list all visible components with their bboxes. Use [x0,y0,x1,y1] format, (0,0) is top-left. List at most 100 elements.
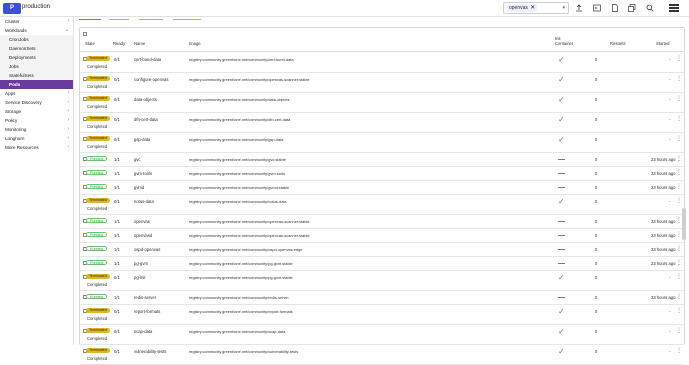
pod-name-link[interactable]: data-objects [134,97,157,102]
started-value: - [669,117,671,122]
sidebar-item-jobs[interactable]: Jobs [0,62,73,71]
status-badge: Running [86,218,108,223]
image-value: registry.community.greenbone.net/communi… [189,219,310,224]
sidebar-item-daemonsets[interactable]: DaemonSets [0,44,73,53]
sidebar-item-pods[interactable]: Pods [0,80,73,89]
started-value: - [669,309,671,314]
close-icon[interactable]: ✕ [530,5,535,11]
tab-active[interactable] [79,17,101,20]
column-header-init-container[interactable]: Init Container [555,36,575,46]
pod-name-link[interactable]: gvmd [134,185,144,190]
table-row[interactable]: Running 1/1 openvasd registry.community.gre… [80,229,684,243]
column-header-restarts[interactable]: Restarts [610,41,626,46]
table-row[interactable]: Running 1/1 redis-server registry.community… [80,291,684,305]
sidebar-item-longhorn[interactable]: Longhorn › [0,134,73,143]
file-icon[interactable] [610,4,619,13]
table-row[interactable]: Running 1/1 gvc registry.community.greenbon… [80,153,684,167]
menu-icon[interactable] [669,4,679,12]
sidebar-item-service-discovery[interactable]: Service Discovery › [0,98,73,107]
column-header-started[interactable]: Started [656,41,670,46]
sidebar-item-cluster[interactable]: Cluster › [0,17,73,26]
row-actions-icon[interactable]: ⋮ [676,246,682,252]
table-row[interactable]: Terminated Completed 0/1 data-objects regist… [80,93,684,113]
copy-icon[interactable] [627,4,636,13]
pod-name-link[interactable]: openvasd [134,233,152,238]
table-row[interactable]: Terminated Completed 0/1 gsp-data registry.c… [80,133,684,153]
terminal-icon[interactable] [592,4,601,13]
tab[interactable] [173,17,201,20]
table-row[interactable]: Running 1/1 ospd-openvas registry.community… [80,243,684,257]
table-row[interactable]: Terminated Completed 0/1 dfn-cert-data regis… [80,113,684,133]
sidebar-item-apps[interactable]: Apps › [0,89,73,98]
sidebar-item-policy[interactable]: Policy › [0,116,73,125]
pod-name-link[interactable]: openvas [134,219,150,224]
search-icon[interactable] [645,4,654,13]
pod-name-link[interactable]: notus-data [134,199,154,204]
table-row[interactable]: Terminated Completed 0/1 configure-openvas r… [80,73,684,93]
row-actions-icon[interactable]: ⋮ [676,156,682,162]
column-header-name[interactable]: Name [134,41,145,46]
table-row[interactable]: Terminated Completed 0/1 cert-bund-data regi… [80,53,684,73]
pod-name-link[interactable]: vulnerability-tests [134,349,166,354]
pod-name-link[interactable]: configure-openvas [134,77,168,82]
row-actions-icon[interactable]: ⋮ [676,294,682,300]
pod-name-link[interactable]: dfn-cert-data [134,117,158,122]
table-row[interactable]: Running 1/1 openvas registry.community.gree… [80,215,684,229]
row-actions-icon[interactable]: ⋮ [676,170,682,176]
sidebar-item-storage[interactable]: Storage › [0,107,73,116]
column-header-state[interactable]: State [85,41,95,46]
tab[interactable] [109,17,129,20]
row-actions-icon[interactable]: ⋮ [676,198,682,204]
table-row[interactable]: Terminated Completed 0/1 vulnerability-test… [80,345,684,365]
cluster-badge[interactable]: P [3,3,21,14]
table-row[interactable]: Terminated Completed 0/1 pg-init registry.co… [80,271,684,291]
pod-name-link[interactable]: gvm-tools [134,171,152,176]
sidebar-item-statefulsets[interactable]: StatefulSets [0,71,73,80]
sidebar-item-workloads[interactable]: Workloads ⌄ [0,26,73,35]
row-actions-icon[interactable]: ⋮ [676,308,682,314]
pod-name-link[interactable]: report-formats [134,309,160,314]
row-actions-icon[interactable]: ⋮ [676,274,682,280]
completed-label: Completed [87,84,108,89]
sidebar-item-deployments[interactable]: Deployments [0,53,73,62]
row-actions-icon[interactable]: ⋮ [676,136,682,142]
table-row[interactable]: Terminated Completed 0/1 notus-data registry… [80,195,684,215]
started-value: - [669,329,671,334]
row-actions-icon[interactable]: ⋮ [676,260,682,266]
table-row[interactable]: Running 1/1 pg-gvm registry.community.green… [80,257,684,271]
pod-name-link[interactable]: redis-server [134,295,156,300]
sidebar-item-more-resources[interactable]: More Resources › [0,143,73,152]
cluster-name[interactable]: production [22,4,50,10]
scrollbar[interactable] [682,208,686,240]
tab[interactable] [139,17,163,20]
pod-name-link[interactable]: pg-gvm [134,261,148,266]
sidebar-item-monitoring[interactable]: Monitoring › [0,125,73,134]
top-bar: P production openvas ✕ ▾ [0,0,689,17]
image-value: registry.community.greenbone.net/communi… [189,137,284,142]
table-row[interactable]: Terminated Completed 0/1 scap-data registry.… [80,325,684,345]
table-row[interactable]: Running 1/1 gvm-tools registry.community.gr… [80,167,684,181]
table-row[interactable]: Running 1/1 gvmd registry.community.greenbo… [80,181,684,195]
table-row[interactable]: Terminated Completed 0/1 report-formats regi… [80,305,684,325]
pod-name-link[interactable]: pg-init [134,275,145,280]
select-all-checkbox[interactable] [83,32,87,36]
row-actions-icon[interactable]: ⋮ [676,348,682,354]
column-header-ready[interactable]: Ready [113,41,125,46]
chevron-right-icon: › [67,126,69,132]
namespace-filter[interactable]: openvas ✕ ▾ [503,2,569,14]
row-actions-icon[interactable]: ⋮ [676,184,682,190]
row-actions-icon[interactable]: ⋮ [676,328,682,334]
sidebar-item-cronjobs[interactable]: CronJobs [0,35,73,44]
pod-name-link[interactable]: gvc [134,157,141,162]
upload-icon[interactable] [574,4,583,13]
pod-name-link[interactable]: gsp-data [134,137,150,142]
pod-name-link[interactable]: scap-data [134,329,152,334]
pod-name-link[interactable]: ospd-openvas [134,247,160,252]
row-actions-icon[interactable]: ⋮ [676,76,682,82]
row-actions-icon[interactable]: ⋮ [676,96,682,102]
chevron-down-icon[interactable]: ▾ [562,3,565,13]
pod-name-link[interactable]: cert-bund-data [134,57,161,62]
row-actions-icon[interactable]: ⋮ [676,116,682,122]
column-header-image[interactable]: Image [189,41,201,46]
row-actions-icon[interactable]: ⋮ [676,56,682,62]
